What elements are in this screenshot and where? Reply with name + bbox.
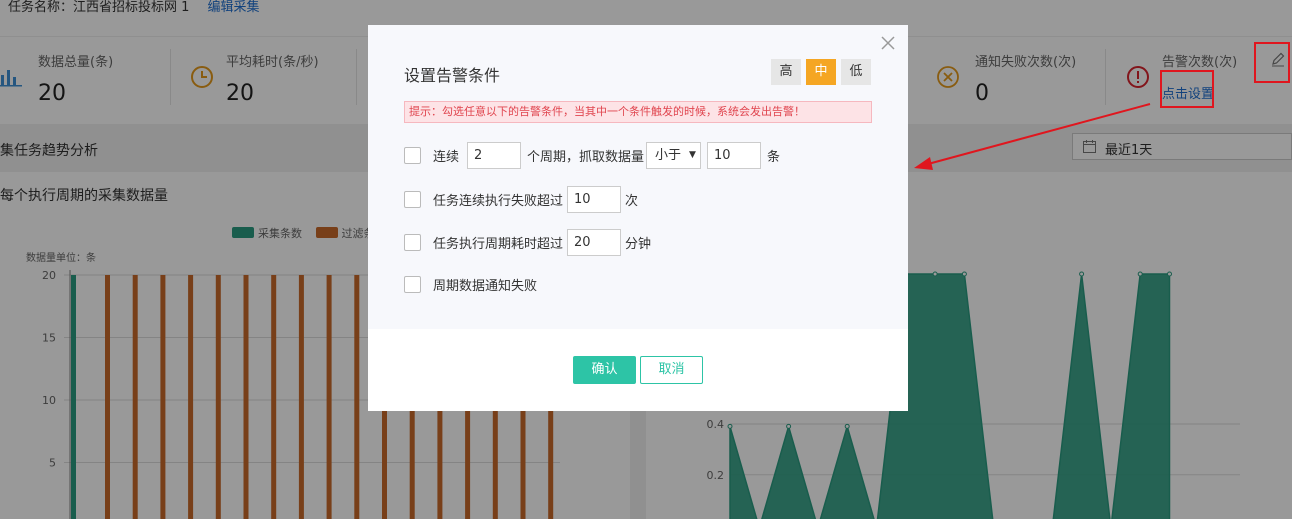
cond3-prefix: 任务执行周期耗时超过 [433,236,564,252]
cond2-suffix: 次 [625,193,639,209]
condition-checkbox[interactable] [404,275,421,293]
cond1-suffix: 条 [766,149,780,165]
condition-row-duration: 任务执行周期耗时超过 20 分钟 [404,228,651,256]
level-high-button[interactable]: 高 [771,59,801,85]
level-medium-button[interactable]: 中 [806,59,836,85]
level-low-button[interactable]: 低 [841,59,871,85]
operator-value: 小于 [655,147,682,163]
condition-row-low-volume: 连续 2 个周期，抓取数据量 小于 ▼ 10 条 [404,141,780,169]
cond2-prefix: 任务连续执行失败超过 [433,193,564,209]
condition-checkbox[interactable] [404,233,421,251]
operator-select[interactable]: 小于 ▼ [646,141,701,169]
condition-checkbox[interactable] [404,146,421,164]
minutes-input[interactable]: 20 [567,228,622,256]
caret-down-icon: ▼ [689,149,696,160]
close-icon[interactable] [880,35,896,51]
annotation-box [1160,70,1214,108]
dialog-body: 设置告警条件 高 中 低 提示：勾选任意以下的告警条件，当其中一个条件触发的时候… [368,25,908,329]
cond1-middle: 个周期，抓取数据量 [527,149,645,165]
dialog-title: 设置告警条件 [404,66,501,85]
annotation-box [1254,42,1290,83]
condition-row-fail-count: 任务连续执行失败超过 10 次 [404,185,638,213]
alert-tip: 提示：勾选任意以下的告警条件，当其中一个条件触发的时候，系统会发出告警！ [404,101,872,123]
confirm-button[interactable]: 确认 [573,356,636,384]
amount-input[interactable]: 10 [706,141,761,169]
fail-count-input[interactable]: 10 [567,185,622,213]
cond1-prefix: 连续 [433,149,460,165]
alert-settings-dialog: 设置告警条件 高 中 低 提示：勾选任意以下的告警条件，当其中一个条件触发的时候… [368,25,908,411]
periods-input[interactable]: 2 [467,141,522,169]
condition-checkbox[interactable] [404,190,421,208]
condition-row-notify-fail: 周期数据通知失败 [404,270,537,298]
cond4-label: 周期数据通知失败 [433,278,538,294]
cancel-button[interactable]: 取消 [640,356,703,384]
alert-level-toggle: 高 中 低 [771,59,876,85]
cond3-suffix: 分钟 [625,236,652,252]
